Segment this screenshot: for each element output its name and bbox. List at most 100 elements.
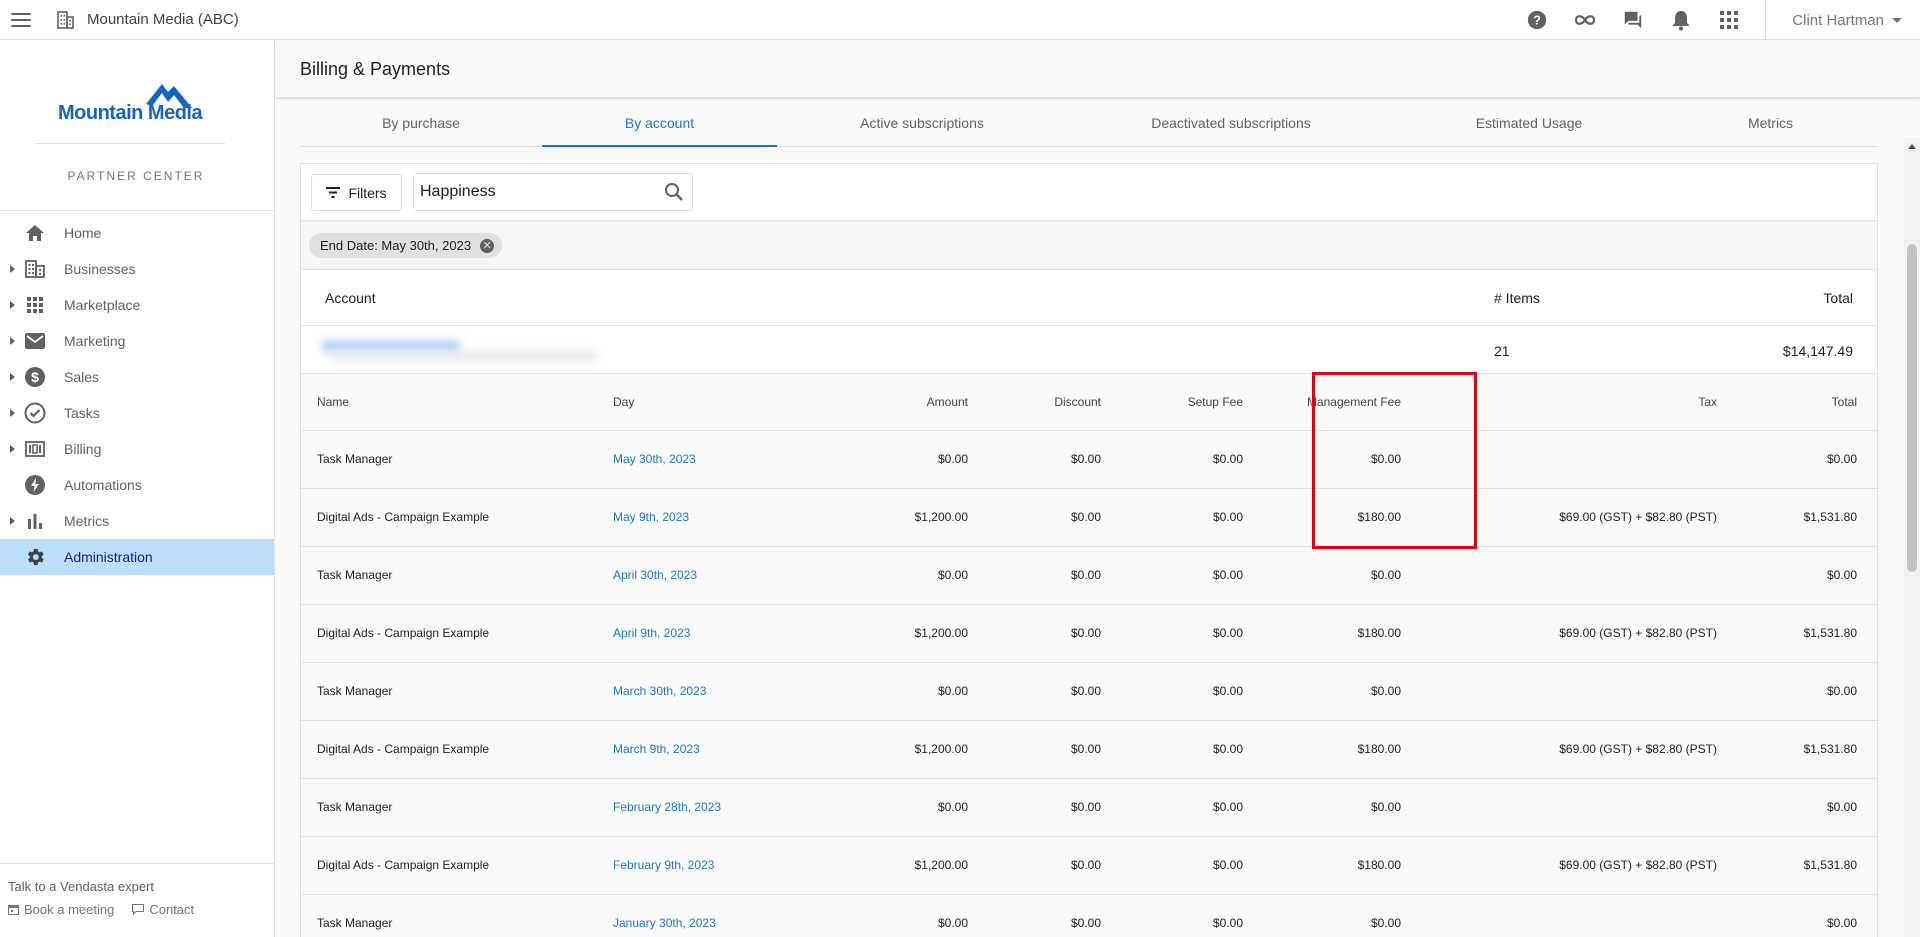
account-items-count: 21	[1494, 343, 1510, 359]
items-column-header[interactable]: # Items	[1494, 290, 1540, 306]
table-row[interactable]: Task Manager March 30th, 2023 $0.00 $0.0…	[301, 662, 1877, 721]
item-total: $0.00	[1739, 546, 1877, 605]
chip-label: End Date: May 30th, 2023	[320, 238, 472, 253]
item-day-link[interactable]: February 28th, 2023	[613, 800, 721, 814]
tab-deactivated-subscriptions[interactable]: Deactivated subscriptions	[1067, 100, 1395, 146]
sidebar-item-home[interactable]: Home	[0, 215, 274, 251]
book-meeting-link[interactable]: Book a meeting	[8, 902, 114, 917]
table-row[interactable]: Digital Ads - Campaign Example February …	[301, 836, 1877, 895]
end-date-chip[interactable]: End Date: May 30th, 2023 ✕	[309, 233, 503, 258]
amount-column-header[interactable]: Amount	[815, 374, 968, 431]
account-total: $14,147.49	[1782, 343, 1853, 359]
item-amount: $0.00	[815, 430, 968, 489]
help-icon[interactable]: ?	[1523, 6, 1551, 34]
sidebar-item-marketplace[interactable]: Marketplace	[0, 287, 274, 323]
expand-arrow-icon[interactable]	[10, 445, 15, 453]
expand-arrow-icon[interactable]	[10, 373, 15, 381]
table-row[interactable]: Digital Ads - Campaign Example May 9th, …	[301, 488, 1877, 547]
expand-arrow-icon[interactable]	[10, 517, 15, 525]
sidebar-item-businesses[interactable]: Businesses	[0, 251, 274, 287]
sidebar-item-metrics[interactable]: Metrics	[0, 503, 274, 539]
sidebar-item-marketing[interactable]: Marketing	[0, 323, 274, 359]
discount-column-header[interactable]: Discount	[968, 374, 1101, 431]
book-meeting-label: Book a meeting	[24, 902, 115, 917]
sidebar-item-label: Tasks	[64, 405, 100, 421]
filters-button[interactable]: Filters	[311, 174, 402, 211]
sidebar-item-label: Sales	[64, 369, 100, 385]
total-column-header[interactable]: Total	[1739, 374, 1877, 431]
setup-fee-column-header[interactable]: Setup Fee	[1101, 374, 1243, 431]
item-discount: $0.00	[968, 430, 1101, 489]
item-tax	[1447, 430, 1739, 489]
search-box[interactable]	[413, 173, 693, 211]
expand-arrow-icon[interactable]	[10, 265, 15, 273]
item-amount: $1,200.00	[815, 604, 968, 663]
item-setup-fee: $0.00	[1101, 546, 1243, 605]
search-input[interactable]	[420, 180, 650, 204]
item-name: Task Manager	[301, 778, 607, 837]
scroll-up-icon[interactable]	[1908, 144, 1916, 149]
contact-label: Contact	[149, 902, 195, 917]
item-management-fee: $180.00	[1243, 488, 1447, 547]
org-name[interactable]: Mountain Media (ABC)	[87, 11, 239, 28]
management-fee-column-header[interactable]: Management Fee	[1243, 374, 1447, 431]
table-row[interactable]: Task Manager May 30th, 2023 $0.00 $0.00 …	[301, 430, 1877, 489]
sidebar-item-billing[interactable]: Billing	[0, 431, 274, 467]
item-setup-fee: $0.00	[1101, 430, 1243, 489]
scrollbar[interactable]	[1904, 138, 1920, 937]
item-day-link[interactable]: April 9th, 2023	[613, 626, 690, 640]
table-row[interactable]: Digital Ads - Campaign Example April 9th…	[301, 604, 1877, 663]
item-day-link[interactable]: April 30th, 2023	[613, 568, 697, 582]
item-day-link[interactable]: January 30th, 2023	[613, 916, 716, 930]
scroll-thumb[interactable]	[1907, 244, 1917, 572]
grid-icon	[24, 294, 46, 316]
expand-arrow-icon[interactable]	[10, 301, 15, 309]
item-amount: $1,200.00	[815, 488, 968, 547]
item-day-link[interactable]: May 30th, 2023	[613, 452, 696, 466]
bell-icon[interactable]	[1667, 6, 1695, 34]
account-row[interactable]: 21 $14,147.49	[301, 326, 1877, 374]
item-setup-fee: $0.00	[1101, 488, 1243, 547]
item-day-link[interactable]: May 9th, 2023	[613, 510, 689, 524]
item-management-fee: $0.00	[1243, 430, 1447, 489]
name-column-header[interactable]: Name	[301, 374, 607, 431]
item-day-link[interactable]: March 30th, 2023	[613, 684, 706, 698]
tab-by-account[interactable]: By account	[542, 100, 777, 147]
building-icon	[24, 258, 46, 280]
sidebar-item-sales[interactable]: $ Sales	[0, 359, 274, 395]
table-row[interactable]: Task Manager February 28th, 2023 $0.00 $…	[301, 778, 1877, 837]
sidebar-item-administration[interactable]: Administration	[0, 539, 274, 575]
sidebar-item-automations[interactable]: Automations	[0, 467, 274, 503]
apps-grid-icon[interactable]	[1715, 6, 1743, 34]
total-column-header[interactable]: Total	[1823, 290, 1853, 306]
search-icon[interactable]	[664, 182, 684, 202]
sidebar-item-tasks[interactable]: Tasks	[0, 395, 274, 431]
expand-arrow-icon[interactable]	[10, 337, 15, 345]
menu-icon[interactable]	[11, 12, 31, 27]
user-menu[interactable]: Clint Hartman	[1766, 12, 1920, 29]
item-name: Task Manager	[301, 546, 607, 605]
item-name: Digital Ads - Campaign Example	[301, 720, 607, 779]
contact-link[interactable]: Contact	[132, 902, 194, 917]
infinity-icon[interactable]	[1571, 6, 1599, 34]
item-total: $0.00	[1739, 894, 1877, 937]
account-column-header[interactable]: Account	[325, 290, 376, 306]
table-row[interactable]: Digital Ads - Campaign Example March 9th…	[301, 720, 1877, 779]
expand-arrow-icon[interactable]	[10, 409, 15, 417]
tax-column-header[interactable]: Tax	[1447, 374, 1739, 431]
close-icon[interactable]: ✕	[480, 238, 495, 253]
chat-icon[interactable]	[1619, 6, 1647, 34]
item-amount: $1,200.00	[815, 836, 968, 895]
tab-estimated-usage[interactable]: Estimated Usage	[1395, 100, 1663, 146]
tab-metrics[interactable]: Metrics	[1663, 100, 1878, 146]
page-header: Billing & Payments	[276, 40, 1920, 98]
tab-by-purchase[interactable]: By purchase	[300, 100, 542, 146]
item-discount: $0.00	[968, 894, 1101, 937]
table-row[interactable]: Task Manager January 30th, 2023 $0.00 $0…	[301, 894, 1877, 937]
item-day-link[interactable]: March 9th, 2023	[613, 742, 700, 756]
day-column-header[interactable]: Day	[607, 374, 815, 431]
item-management-fee: $0.00	[1243, 662, 1447, 721]
tab-active-subscriptions[interactable]: Active subscriptions	[777, 100, 1067, 146]
item-day-link[interactable]: February 9th, 2023	[613, 858, 714, 872]
table-row[interactable]: Task Manager April 30th, 2023 $0.00 $0.0…	[301, 546, 1877, 605]
